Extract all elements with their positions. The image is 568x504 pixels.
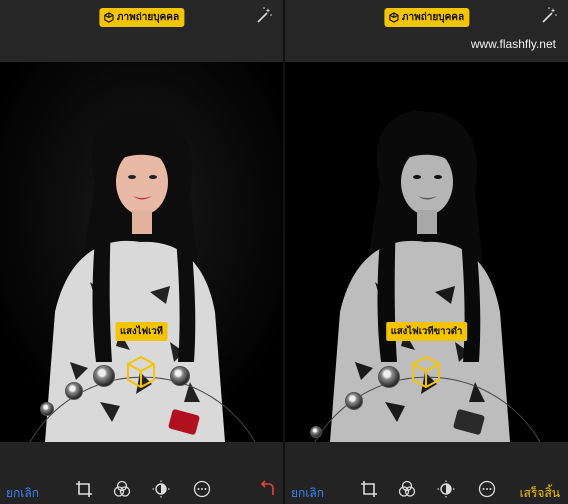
more-icon[interactable] [478, 480, 496, 498]
cancel-button[interactable]: ยกเลิก [291, 484, 324, 503]
lighting-selected-cube-icon[interactable] [125, 355, 157, 389]
cube-icon [103, 12, 114, 23]
cancel-button[interactable]: ยกเลิก [6, 484, 39, 503]
editor-panel-right: ภาพถ่ายบุคคล www.flashfly.net แสงไฟเวทีข… [285, 0, 568, 504]
bottom-toolbar [0, 442, 283, 504]
portrait-mode-label: ภาพถ่ายบุคคล [401, 12, 465, 23]
portrait-mode-label: ภาพถ่ายบุคคล [116, 12, 180, 23]
more-icon[interactable] [193, 480, 211, 498]
adjust-icon[interactable] [437, 480, 455, 498]
lighting-effect-label: แสงไฟเวทีขาวดำ [385, 322, 468, 341]
lighting-option-contour[interactable] [378, 366, 400, 388]
lighting-option-natural[interactable] [310, 426, 322, 438]
revert-icon[interactable] [259, 480, 277, 498]
lighting-option-contour[interactable] [93, 365, 115, 387]
magic-wand-icon[interactable] [540, 6, 558, 24]
lighting-selected-cube-icon[interactable] [410, 355, 442, 389]
crop-icon[interactable] [75, 480, 93, 498]
done-button[interactable]: เสร็จสิ้น [520, 484, 560, 503]
lighting-option-natural[interactable] [40, 402, 54, 416]
watermark: www.flashfly.net [470, 37, 556, 51]
lighting-option-studio[interactable] [65, 382, 83, 400]
filters-icon[interactable] [113, 480, 131, 498]
portrait-mode-badge[interactable]: ภาพถ่ายบุคคล [383, 8, 470, 27]
adjust-icon[interactable] [152, 480, 170, 498]
lighting-effect-label: แสงไฟเวที [115, 322, 168, 341]
top-bar: ภาพถ่ายบุคคล [0, 0, 283, 62]
top-bar: ภาพถ่ายบุคคล www.flashfly.net [285, 0, 568, 62]
filters-icon[interactable] [398, 480, 416, 498]
editor-panel-left: ภาพถ่ายบุคคล แสงไฟเวที ยกเลิก [0, 0, 283, 504]
crop-icon[interactable] [360, 480, 378, 498]
magic-wand-icon[interactable] [255, 6, 273, 24]
cube-icon [388, 12, 399, 23]
portrait-mode-badge[interactable]: ภาพถ่ายบุคคล [98, 8, 185, 27]
lighting-option-stage-mono[interactable] [170, 366, 190, 386]
lighting-option-studio[interactable] [345, 392, 363, 410]
